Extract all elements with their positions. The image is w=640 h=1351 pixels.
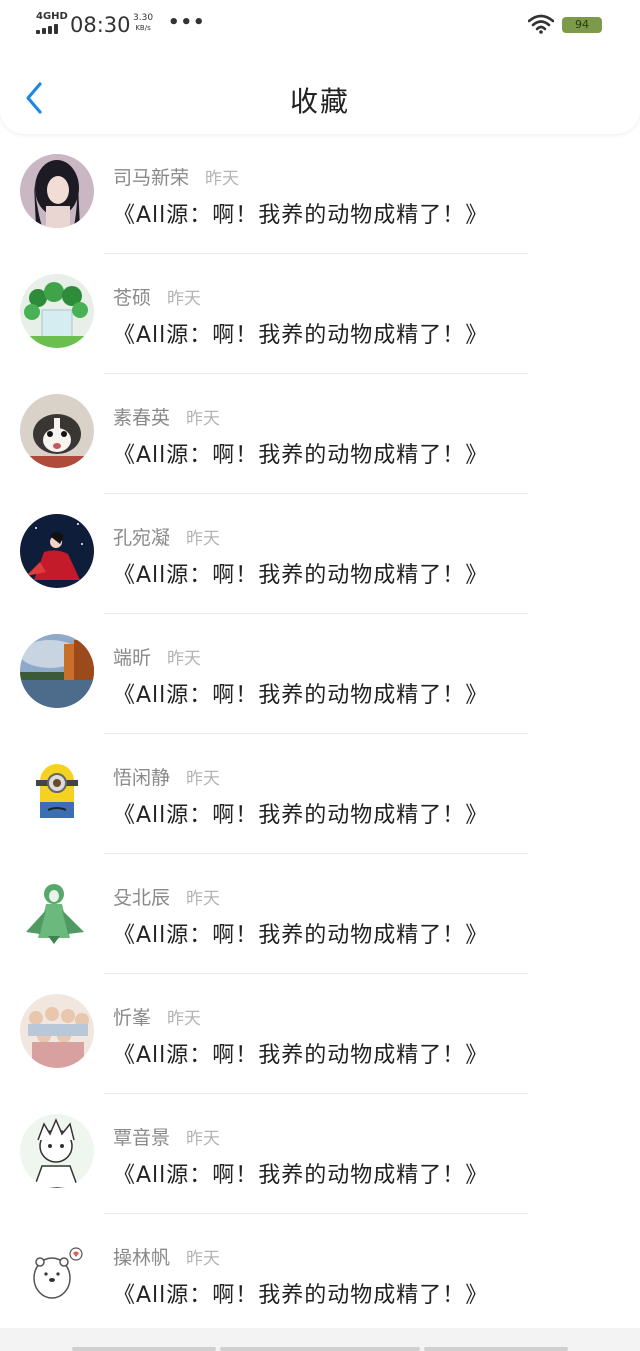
favorites-list: 司马新荣 昨天 《All源：啊！我养的动物成精了！》 苍硕 昨天 《All源：啊！我养的动… <box>0 134 640 1334</box>
item-meta: 孔宛凝 昨天 <box>113 523 221 549</box>
avatar[interactable] <box>20 754 94 828</box>
battery-icon: 94 <box>562 17 602 33</box>
avatar-image <box>20 514 94 588</box>
user-name: 殳北辰 <box>113 887 171 909</box>
page-title: 收藏 <box>289 85 350 118</box>
item-meta: 悟闲静 昨天 <box>113 763 221 789</box>
speed-value: 3.30 <box>133 13 154 23</box>
status-bar: 4GHD 08:30 3.30 KB/s ••• 94 <box>0 0 640 48</box>
wifi-icon <box>528 14 554 34</box>
list-item[interactable]: 苍硕 昨天《All源：啊！我养的动物成精了！》 <box>0 254 640 374</box>
avatar[interactable] <box>20 634 94 708</box>
network-speed: 3.30 KB/s <box>133 13 153 33</box>
avatar[interactable] <box>20 994 94 1068</box>
avatar-image <box>20 1234 94 1308</box>
list-item[interactable]: 孔宛凝 昨天《All源：啊！我养的动物成精了！》 <box>0 494 640 614</box>
time-label: 昨天 <box>186 1249 221 1269</box>
list-item[interactable]: 悟闲静 昨天《All源：啊！我养的动物成精了！》 <box>0 734 640 854</box>
item-meta: 覃音景 昨天 <box>113 1123 221 1149</box>
list-item[interactable]: 素春英 昨天《All源：啊！我养的动物成精了！》 <box>0 374 640 494</box>
user-name: 苍硕 <box>113 287 152 309</box>
user-name: 覃音景 <box>113 1127 171 1149</box>
time-label: 昨天 <box>167 289 202 309</box>
favorite-title[interactable]: 《All源：啊！我养的动物成精了！》 <box>113 797 488 829</box>
user-name: 操林帆 <box>113 1247 171 1269</box>
signal-icon <box>36 24 60 34</box>
time-label: 昨天 <box>186 409 221 429</box>
favorite-title[interactable]: 《All源：啊！我养的动物成精了！》 <box>113 1277 488 1309</box>
avatar[interactable] <box>20 154 94 228</box>
user-name: 悟闲静 <box>113 767 171 789</box>
time-label: 昨天 <box>167 649 202 669</box>
avatar-image <box>20 154 94 228</box>
avatar-image <box>20 874 94 948</box>
avatar[interactable] <box>20 394 94 468</box>
list-item[interactable]: 覃音景 昨天《All源：啊！我养的动物成精了！》 <box>0 1094 640 1214</box>
avatar-image <box>20 634 94 708</box>
favorites-page: 4GHD 08:30 3.30 KB/s ••• 94 收藏 司马新荣 昨天 《… <box>0 0 640 1351</box>
favorite-title[interactable]: 《All源：啊！我养的动物成精了！》 <box>113 1037 488 1069</box>
network-type: 4GHD <box>36 11 68 22</box>
avatar-image <box>20 274 94 348</box>
header: 4GHD 08:30 3.30 KB/s ••• 94 收藏 <box>0 0 640 134</box>
avatar-image <box>20 754 94 828</box>
avatar-image <box>20 994 94 1068</box>
favorite-title[interactable]: 《All源：啊！我养的动物成精了！》 <box>113 917 488 949</box>
favorite-title[interactable]: 《All源：啊！我养的动物成精了！》 <box>113 437 488 469</box>
time-label: 昨天 <box>167 1009 202 1029</box>
item-meta: 司马新荣 昨天 <box>113 163 240 189</box>
favorite-title[interactable]: 《All源：啊！我养的动物成精了！》 <box>113 677 488 709</box>
list-item[interactable]: 殳北辰 昨天《All源：啊！我养的动物成精了！》 <box>0 854 640 974</box>
item-meta: 素春英 昨天 <box>113 403 221 429</box>
list-item[interactable]: 操林帆 昨天《All源：啊！我养的动物成精了！》 <box>0 1214 640 1334</box>
avatar[interactable] <box>20 1114 94 1188</box>
avatar[interactable] <box>20 874 94 948</box>
list-item[interactable]: 忻峯 昨天《All源：啊！我养的动物成精了！》 <box>0 974 640 1094</box>
list-item[interactable]: 司马新荣 昨天《All源：啊！我养的动物成精了！》 <box>0 134 640 254</box>
user-name: 忻峯 <box>113 1007 152 1029</box>
time-label: 昨天 <box>186 1129 221 1149</box>
favorite-title[interactable]: 《All源：啊！我养的动物成精了！》 <box>113 557 488 589</box>
more-notifications-icon: ••• <box>168 12 206 33</box>
user-name: 素春英 <box>113 407 171 429</box>
favorite-title[interactable]: 《All源：啊！我养的动物成精了！》 <box>113 197 488 229</box>
time-label: 昨天 <box>186 889 221 909</box>
avatar[interactable] <box>20 514 94 588</box>
avatar-image <box>20 394 94 468</box>
item-meta: 端昕 昨天 <box>113 643 202 669</box>
time-label: 昨天 <box>186 529 221 549</box>
time-label: 昨天 <box>205 169 240 189</box>
clock: 08:30 <box>70 13 131 37</box>
avatar-image <box>20 1114 94 1188</box>
user-name: 端昕 <box>113 647 152 669</box>
user-name: 司马新荣 <box>113 167 190 189</box>
favorite-title[interactable]: 《All源：啊！我养的动物成精了！》 <box>113 317 488 349</box>
item-meta: 苍硕 昨天 <box>113 283 202 309</box>
item-meta: 操林帆 昨天 <box>113 1243 221 1269</box>
list-item[interactable]: 端昕 昨天《All源：啊！我养的动物成精了！》 <box>0 614 640 734</box>
speed-unit: KB/s <box>135 24 151 32</box>
avatar[interactable] <box>20 1234 94 1308</box>
avatar[interactable] <box>20 274 94 348</box>
time-label: 昨天 <box>186 769 221 789</box>
bottom-bar <box>0 1328 640 1351</box>
user-name: 孔宛凝 <box>113 527 171 549</box>
item-meta: 忻峯 昨天 <box>113 1003 202 1029</box>
item-meta: 殳北辰 昨天 <box>113 883 221 909</box>
favorite-title[interactable]: 《All源：啊！我养的动物成精了！》 <box>113 1157 488 1189</box>
